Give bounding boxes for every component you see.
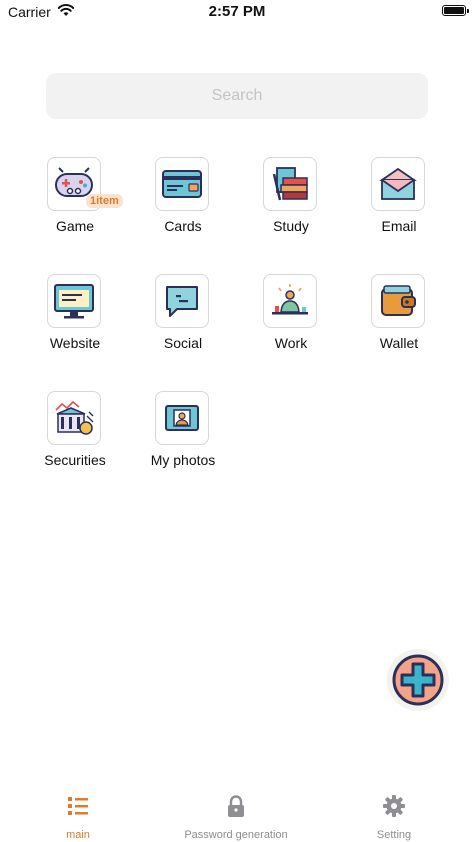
category-game[interactable]: 1item Game — [25, 157, 125, 243]
credit-card-icon — [155, 157, 209, 211]
photo-id-icon — [155, 391, 209, 445]
envelope-icon — [371, 157, 425, 211]
wallet-icon — [371, 274, 425, 328]
tab-setting[interactable]: Setting — [329, 794, 459, 841]
category-label: Website — [49, 335, 101, 351]
category-wallet[interactable]: Wallet — [349, 274, 449, 360]
lock-icon — [228, 795, 244, 817]
tab-password-generation[interactable]: Password generation — [171, 794, 301, 841]
category-website[interactable]: Website — [25, 274, 125, 360]
item-count-badge: 1item — [86, 194, 123, 208]
monitor-icon — [47, 274, 101, 328]
category-label: Cards — [164, 218, 202, 234]
category-email[interactable]: Email — [349, 157, 449, 243]
chat-bubble-icon — [155, 274, 209, 328]
category-my-photos[interactable]: My photos — [133, 391, 233, 477]
category-securities[interactable]: Securities — [25, 391, 125, 477]
category-label: Game — [55, 218, 95, 234]
category-label: Wallet — [379, 335, 419, 351]
status-bar: Carrier 2:57 PM — [0, 0, 474, 24]
category-label: Work — [274, 335, 308, 351]
category-work[interactable]: Work — [241, 274, 341, 360]
category-label: Email — [381, 218, 417, 234]
battery-icon — [442, 5, 469, 16]
category-label: Study — [273, 218, 309, 234]
category-study[interactable]: Study — [241, 157, 341, 243]
search-placeholder: Search — [211, 87, 263, 104]
category-label: Social — [163, 335, 203, 351]
category-label: Securities — [44, 452, 106, 468]
add-button[interactable] — [387, 649, 449, 711]
clock: 2:57 PM — [208, 3, 266, 20]
bank-chart-icon — [47, 391, 101, 445]
category-label: My photos — [150, 452, 216, 468]
books-icon — [263, 157, 317, 211]
category-cards[interactable]: Cards — [133, 157, 233, 243]
person-at-desk-icon — [263, 274, 317, 328]
tab-label: main — [66, 829, 90, 841]
plus-icon — [392, 654, 444, 706]
search-input[interactable]: Search — [46, 73, 428, 119]
category-social[interactable]: Social — [133, 274, 233, 360]
tab-label: Setting — [376, 829, 412, 841]
tab-main[interactable]: main — [13, 794, 143, 841]
list-icon — [68, 797, 88, 815]
tab-label: Password generation — [184, 829, 288, 841]
gear-icon — [383, 795, 405, 817]
